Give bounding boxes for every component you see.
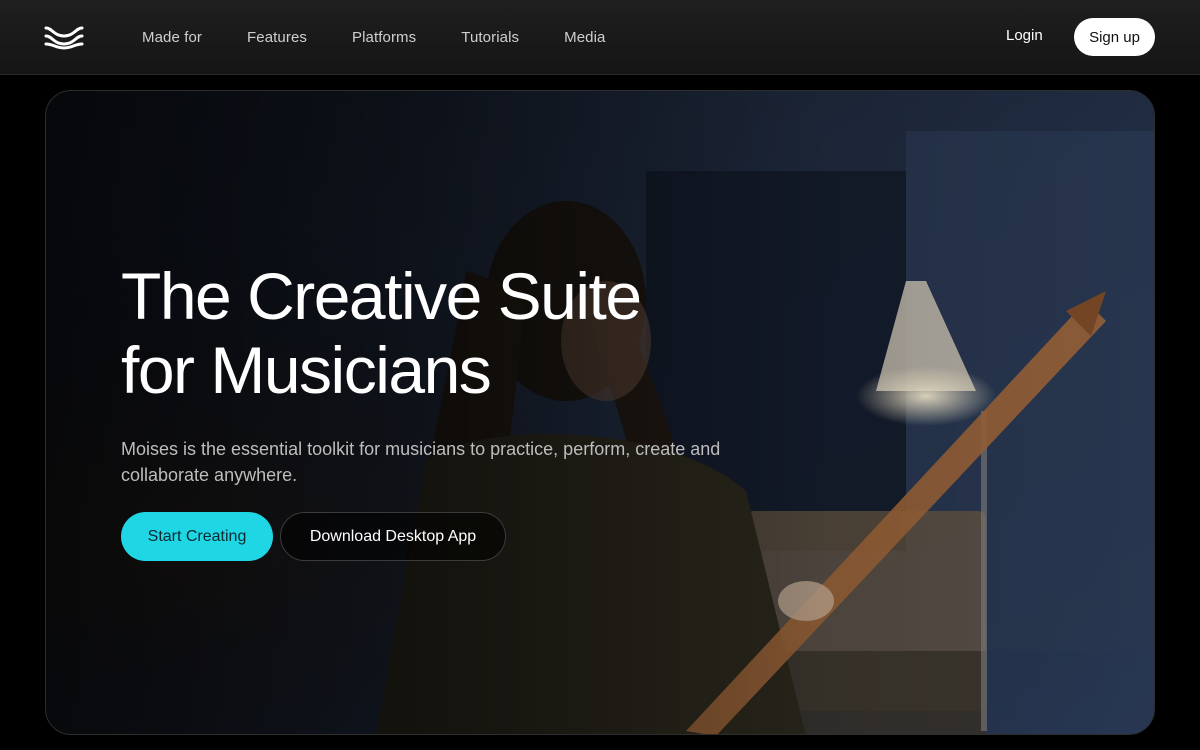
nav-item-features[interactable]: Features: [247, 29, 307, 46]
hero-headline-line2: for Musicians: [121, 333, 492, 407]
nav-item-platforms[interactable]: Platforms: [352, 29, 416, 46]
hero-section: The Creative Suite for Musicians Moises …: [45, 90, 1155, 735]
hero-headline: The Creative Suite for Musicians: [121, 259, 821, 407]
hero-headline-line1: The Creative Suite: [121, 259, 642, 333]
moises-waves-icon[interactable]: [44, 24, 84, 50]
start-creating-button[interactable]: Start Creating: [121, 512, 273, 561]
login-link[interactable]: Login: [1006, 27, 1043, 44]
hero-subtext: Moises is the essential toolkit for musi…: [121, 439, 721, 485]
download-desktop-app-button[interactable]: Download Desktop App: [280, 512, 506, 561]
main-nav: Made for Features Platforms Tutorials Me…: [142, 0, 650, 75]
top-navigation-bar: Made for Features Platforms Tutorials Me…: [0, 0, 1200, 75]
nav-item-media[interactable]: Media: [564, 29, 605, 46]
nav-item-made-for[interactable]: Made for: [142, 29, 202, 46]
nav-item-tutorials[interactable]: Tutorials: [461, 29, 519, 46]
hero-overlay: [46, 91, 1154, 734]
signup-button[interactable]: Sign up: [1074, 18, 1155, 56]
